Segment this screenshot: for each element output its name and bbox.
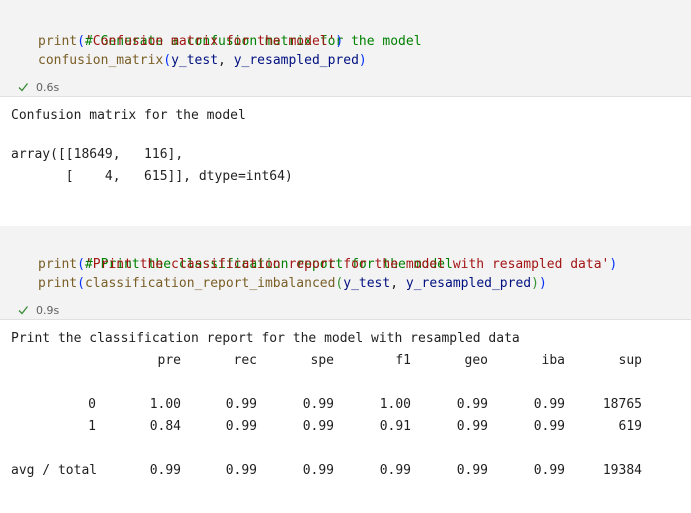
string-literal: 'Confusion matrix for the model' [84, 34, 336, 49]
check-icon [18, 305, 28, 315]
report-value: 0.99 [533, 397, 565, 412]
func-name: print [38, 276, 78, 291]
output-array-line-2: [ 4, 615]], dtype=int64) [11, 169, 293, 184]
notebook: # Generate a confusion matrix for the mo… [0, 0, 691, 513]
report-row-label: 1 [88, 419, 96, 434]
func-name: print [38, 34, 78, 49]
report-value: 0.99 [302, 463, 334, 478]
cell-divider [0, 96, 691, 97]
execution-status-2: 0.9s [18, 302, 59, 318]
execution-time: 0.9s [36, 303, 60, 317]
check-icon [18, 82, 28, 92]
report-row-label: avg / total [11, 463, 98, 478]
report-value: 0.99 [456, 397, 488, 412]
func-name: print [38, 257, 78, 272]
report-row-label: 0 [88, 397, 96, 412]
paren-close: ) [358, 53, 367, 68]
output-array-line-1: array([[18649, 116], [11, 147, 184, 162]
report-value: 0.99 [225, 463, 257, 478]
report-header: sup [618, 353, 642, 368]
report-value: 0.99 [533, 463, 565, 478]
code-line-print[interactable]: print('Confusion matrix for the model') [38, 32, 343, 51]
string-literal: 'Print the classification report for the… [84, 257, 610, 272]
report-header: pre [157, 353, 181, 368]
report-header: f1 [395, 353, 411, 368]
code-line-print[interactable]: print('Print the classification report f… [38, 255, 617, 274]
execution-time: 0.6s [36, 80, 60, 94]
report-value: 0.99 [456, 419, 488, 434]
paren-open: ( [163, 53, 172, 68]
output-title-1: Confusion matrix for the model [11, 108, 246, 123]
report-value: 1.00 [149, 397, 181, 412]
comma: , [218, 53, 234, 68]
report-header: iba [541, 353, 565, 368]
paren-open: ( [77, 34, 85, 49]
paren-close: ) [531, 276, 539, 291]
report-value: 0.99 [149, 463, 181, 478]
output-title-2: Print the classification report for the … [11, 331, 520, 346]
report-header: rec [233, 353, 257, 368]
report-value: 0.84 [149, 419, 181, 434]
report-value: 0.91 [379, 419, 411, 434]
code-cell-2[interactable]: # Print the classification report for th… [0, 226, 691, 301]
paren-open: ( [77, 276, 85, 291]
report-value: 619 [618, 419, 642, 434]
paren-open: ( [77, 257, 85, 272]
cell-divider [0, 319, 691, 320]
code-cell-1[interactable]: # Generate a confusion matrix for the mo… [0, 0, 691, 78]
arg-variable: y_test [171, 53, 219, 68]
report-header: spe [310, 353, 334, 368]
report-value: 0.99 [379, 463, 411, 478]
report-value: 1.00 [379, 397, 411, 412]
report-value: 0.99 [456, 463, 488, 478]
status-bar-2 [0, 301, 691, 319]
arg-variable: y_resampled_pred [405, 276, 532, 291]
code-line-report[interactable]: print(classification_report_imbalanced(y… [38, 274, 547, 293]
execution-status-1: 0.6s [18, 79, 59, 95]
comma: , [390, 276, 406, 291]
report-value: 19384 [602, 463, 642, 478]
paren-close: ) [609, 257, 618, 272]
report-value: 18765 [602, 397, 642, 412]
func-name: confusion_matrix [38, 53, 164, 68]
report-value: 0.99 [533, 419, 565, 434]
paren-close: ) [335, 34, 344, 49]
report-value: 0.99 [225, 419, 257, 434]
report-value: 0.99 [225, 397, 257, 412]
status-bar-1 [0, 78, 691, 96]
arg-variable: y_test [343, 276, 391, 291]
paren-close: ) [538, 276, 547, 291]
arg-variable: y_resampled_pred [233, 53, 359, 68]
report-value: 0.99 [302, 397, 334, 412]
report-value: 0.99 [302, 419, 334, 434]
report-header: geo [464, 353, 488, 368]
code-line-confusion-matrix[interactable]: confusion_matrix(y_test, y_resampled_pre… [38, 51, 367, 70]
func-name: classification_report_imbalanced [84, 276, 336, 291]
